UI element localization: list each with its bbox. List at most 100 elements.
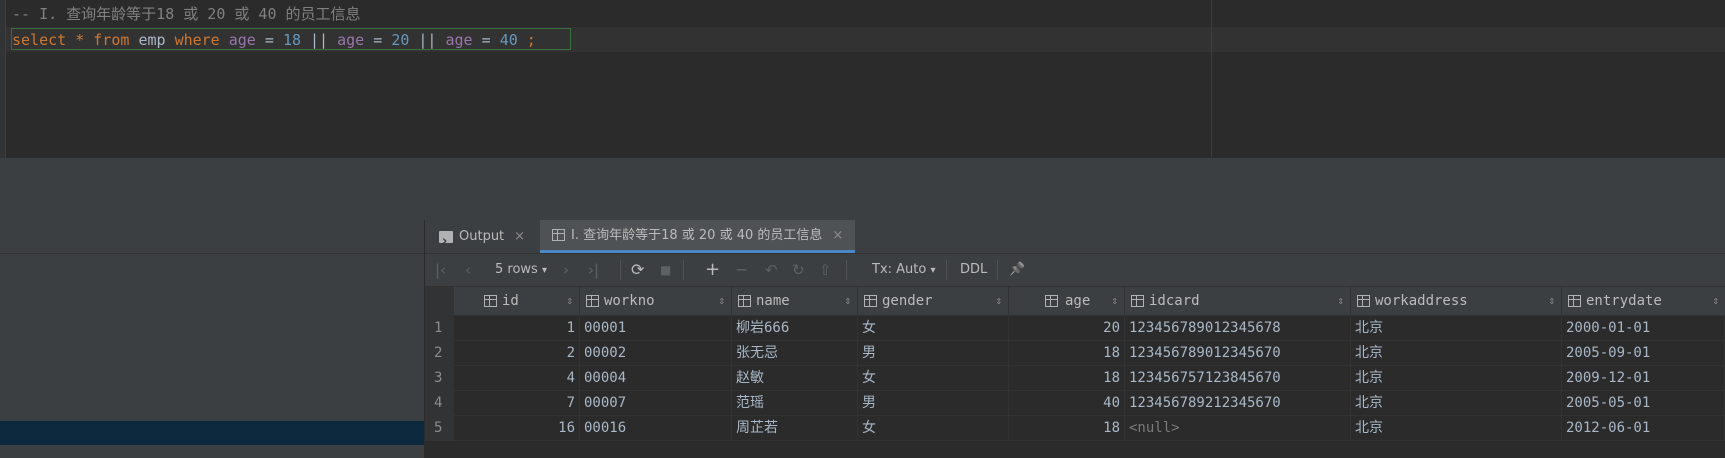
table-name: emp (138, 31, 166, 49)
cell-name[interactable]: 柳岩666 (732, 316, 858, 341)
cell-workaddress[interactable]: 北京 (1351, 366, 1562, 391)
cell-workno[interactable]: 00007 (580, 391, 732, 416)
cell-workno[interactable]: 00004 (580, 366, 732, 391)
sort-icon[interactable]: ⇕ (844, 287, 851, 315)
rows-count-label: 5 rows (495, 262, 538, 277)
column-ref: age (445, 31, 473, 49)
cell-gender[interactable]: 男 (858, 341, 1009, 366)
cell-entrydate[interactable]: 2005-09-01 (1562, 341, 1725, 366)
panel-splitter[interactable] (0, 158, 1725, 220)
cell-gender[interactable]: 女 (858, 366, 1009, 391)
cell-name[interactable]: 范瑶 (732, 391, 858, 416)
table-row[interactable]: 5 16 00016 周芷若女 18 <null> 北京 2012-06-01 (425, 416, 1725, 441)
column-header-age[interactable]: age ⇕ (1009, 287, 1125, 315)
table-row[interactable]: 2 2 00002 张无忌男 18 123456789012345670 北京 2005-09… (425, 341, 1725, 366)
right-margin-guide (1211, 0, 1212, 158)
column-ref: age (337, 31, 365, 49)
cell-idcard[interactable]: 123456757123845670 (1125, 366, 1351, 391)
cell-name[interactable]: 张无忌 (732, 341, 858, 366)
cell-id[interactable]: 7 (454, 391, 580, 416)
cell-idcard[interactable]: 123456789212345670 (1125, 391, 1351, 416)
revert-icon[interactable]: ↶ (765, 254, 778, 286)
submit-icon[interactable]: ↻ (792, 254, 805, 286)
pin-icon[interactable]: 📌 (1009, 254, 1025, 286)
close-icon[interactable]: × (514, 220, 525, 253)
remove-row-icon[interactable]: − (735, 254, 748, 286)
cell-entrydate[interactable]: 2000-01-01 (1562, 316, 1725, 341)
prev-page-icon[interactable]: ‹ (465, 254, 471, 286)
cell-workaddress[interactable]: 北京 (1351, 316, 1562, 341)
add-row-icon[interactable]: + (705, 254, 720, 286)
row-number[interactable]: 3 (425, 366, 454, 391)
table-row[interactable]: 4 7 00007 范瑶男 40 123456789212345670 北京 2005-05-… (425, 391, 1725, 416)
sql-statement-line[interactable]: select * from emp where age = 18 || age … (12, 28, 536, 52)
sql-editor[interactable]: -- I. 查询年龄等于18 或 20 或 40 的员工信息 select * … (0, 0, 1725, 158)
cell-idcard[interactable]: <null> (1125, 416, 1351, 441)
cell-workaddress[interactable]: 北京 (1351, 416, 1562, 441)
sort-icon[interactable]: ⇕ (1111, 287, 1118, 315)
sort-icon[interactable]: ⇕ (718, 287, 725, 315)
cell-idcard[interactable]: 123456789012345678 (1125, 316, 1351, 341)
cell-workaddress[interactable]: 北京 (1351, 391, 1562, 416)
tab-result[interactable]: I. 查询年龄等于18 或 20 或 40 的员工信息 × (540, 219, 856, 253)
cell-age[interactable]: 40 (1009, 391, 1125, 416)
column-header-workaddress[interactable]: workaddress ⇕ (1351, 287, 1562, 315)
stop-icon[interactable]: ■ (660, 254, 671, 286)
sort-icon[interactable]: ⇕ (1337, 287, 1344, 315)
column-header-id[interactable]: id ⇕ (454, 287, 580, 315)
row-number[interactable]: 2 (425, 341, 454, 366)
tx-mode-dropdown[interactable]: Tx: Auto ▾ (872, 254, 936, 286)
table-icon (552, 229, 565, 241)
ddl-button[interactable]: DDL (960, 254, 987, 286)
row-number[interactable]: 4 (425, 391, 454, 416)
cell-age[interactable]: 20 (1009, 316, 1125, 341)
sort-icon[interactable]: ⇕ (995, 287, 1002, 315)
console-icon (439, 225, 453, 258)
close-icon[interactable]: × (832, 219, 843, 252)
tab-output[interactable]: Output × (439, 220, 525, 258)
cell-id[interactable]: 1 (454, 316, 580, 341)
cell-name[interactable]: 周芷若 (732, 416, 858, 441)
row-number[interactable]: 5 (425, 416, 454, 441)
next-page-icon[interactable]: › (563, 254, 569, 286)
sort-icon[interactable]: ⇕ (566, 287, 573, 315)
cell-idcard[interactable]: 123456789012345670 (1125, 341, 1351, 366)
table-row[interactable]: 1 1 00001 柳岩666 女 20 123456789012345678 北京 2000-… (425, 316, 1725, 341)
cell-gender[interactable]: 女 (858, 316, 1009, 341)
table-row[interactable]: 3 4 00004 赵敏女 18 123456757123845670 北京 2009-12-… (425, 366, 1725, 391)
cell-age[interactable]: 18 (1009, 341, 1125, 366)
cell-id[interactable]: 4 (454, 366, 580, 391)
column-header-gender[interactable]: gender ⇕ (858, 287, 1009, 315)
column-header-entrydate[interactable]: entrydate ⇕ (1562, 287, 1725, 315)
cell-entrydate[interactable]: 2009-12-01 (1562, 366, 1725, 391)
cell-age[interactable]: 18 (1009, 416, 1125, 441)
cell-gender[interactable]: 女 (858, 416, 1009, 441)
row-number[interactable]: 1 (425, 316, 454, 341)
cell-workno[interactable]: 00016 (580, 416, 732, 441)
push-icon[interactable]: ⇧ (819, 254, 832, 286)
cell-gender[interactable]: 男 (858, 391, 1009, 416)
column-header-idcard[interactable]: idcard ⇕ (1125, 287, 1351, 315)
selected-tree-item[interactable] (0, 421, 424, 445)
cell-workno[interactable]: 00001 (580, 316, 732, 341)
rows-count-dropdown[interactable]: 5 rows ▾ (495, 254, 547, 286)
first-page-icon[interactable]: |‹ (435, 254, 446, 286)
cell-name[interactable]: 赵敏 (732, 366, 858, 391)
sort-icon[interactable]: ⇕ (1712, 287, 1719, 315)
cell-id[interactable]: 16 (454, 416, 580, 441)
sort-icon[interactable]: ⇕ (1548, 287, 1555, 315)
column-header-workno[interactable]: workno ⇕ (580, 287, 732, 315)
cell-workno[interactable]: 00002 (580, 341, 732, 366)
grid-header: id ⇕ workno ⇕ name ⇕ gender ⇕ age ⇕ idca… (425, 287, 1725, 316)
result-grid[interactable]: id ⇕ workno ⇕ name ⇕ gender ⇕ age ⇕ idca… (425, 287, 1725, 458)
cell-entrydate[interactable]: 2005-05-01 (1562, 391, 1725, 416)
refresh-icon[interactable]: ⟳ (631, 254, 644, 286)
result-tabs: Output × I. 查询年龄等于18 或 20 或 40 的员工信息 × (425, 219, 1725, 258)
cell-id[interactable]: 2 (454, 341, 580, 366)
cell-workaddress[interactable]: 北京 (1351, 341, 1562, 366)
column-header-label: name (756, 293, 790, 309)
cell-entrydate[interactable]: 2012-06-01 (1562, 416, 1725, 441)
last-page-icon[interactable]: ›| (588, 254, 599, 286)
column-header-name[interactable]: name ⇕ (732, 287, 858, 315)
cell-age[interactable]: 18 (1009, 366, 1125, 391)
